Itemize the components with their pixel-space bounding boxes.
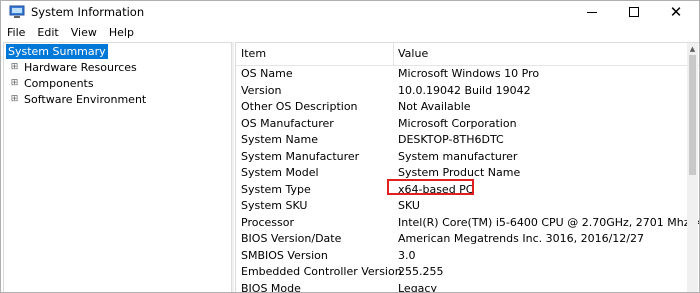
item-cell: Other OS Description — [241, 100, 358, 113]
item-cell: System SKU — [241, 199, 308, 212]
tree-item-system-summary[interactable]: System Summary — [6, 44, 108, 59]
value-cell: System manufacturer — [398, 149, 518, 163]
item-cell: SMBIOS Version — [241, 248, 328, 262]
table-row[interactable]: System Name DESKTOP-8TH6DTC — [236, 132, 699, 149]
expand-icon[interactable]: ⊞ — [10, 63, 19, 72]
scroll-thumb[interactable] — [689, 55, 696, 175]
maximize-button[interactable] — [613, 1, 655, 23]
minimize-icon — [587, 11, 597, 13]
table-row[interactable]: BIOS Version/Date American Megatrends Inc… — [236, 231, 699, 248]
table-row[interactable]: OS Name Microsoft Windows 10 Pro — [236, 66, 699, 83]
minimize-button[interactable] — [571, 1, 613, 23]
table-row[interactable]: Version 10.0.19042 Build 19042 — [236, 83, 699, 100]
tree-item-label: Software Environment — [24, 93, 147, 106]
item-cell: Processor — [241, 215, 294, 229]
value-cell: 3.0 — [398, 248, 416, 262]
tree-item-label: Components — [24, 77, 94, 90]
value-cell: 255.255 — [398, 265, 444, 278]
tree-item-software-environment[interactable]: ⊞ Software Environment — [4, 92, 229, 108]
item-cell: System Model — [241, 166, 319, 179]
system-information-window: System Information ✕ File Edit View Help… — [0, 0, 700, 293]
table-row[interactable]: Embedded Controller Version 255.255 — [236, 264, 699, 281]
menu-edit[interactable]: Edit — [31, 24, 64, 41]
value-cell: American Megatrends Inc. 3016, 2016/12/2… — [398, 232, 645, 245]
value-cell: Legacy — [398, 281, 437, 293]
value-cell: 10.0.19042 Build 19042 — [398, 83, 531, 97]
column-header-item[interactable]: Item — [236, 43, 394, 65]
column-header-value[interactable]: Value — [393, 43, 699, 65]
window-title: System Information — [31, 5, 145, 19]
pane-splitter[interactable] — [232, 42, 234, 292]
menu-file[interactable]: File — [1, 24, 31, 41]
value-cell: SKU — [398, 199, 420, 212]
item-cell: System Name — [241, 133, 318, 146]
close-button[interactable]: ✕ — [655, 1, 697, 23]
value-cell: Not Available — [398, 100, 471, 113]
table-row[interactable]: OS Manufacturer Microsoft Corporation — [236, 116, 699, 133]
table-row[interactable]: Other OS Description Not Available — [236, 99, 699, 116]
close-icon: ✕ — [669, 2, 683, 21]
menu-view[interactable]: View — [65, 24, 103, 41]
system-information-app-icon — [9, 5, 25, 18]
expand-icon[interactable]: ⊞ — [10, 79, 19, 88]
value-cell: Microsoft Windows 10 Pro — [398, 67, 540, 80]
details-list[interactable]: Item Value OS Name Microsoft Windows 10 P… — [235, 42, 699, 293]
scroll-up-arrow-icon[interactable]: ▲ — [688, 44, 697, 54]
table-row[interactable]: System Manufacturer System manufacturer — [236, 149, 699, 166]
menu-help[interactable]: Help — [103, 24, 140, 41]
item-cell: Embedded Controller Version — [241, 265, 402, 278]
tree-item-hardware-resources[interactable]: ⊞ Hardware Resources — [4, 60, 229, 76]
title-bar[interactable]: System Information ✕ — [1, 1, 699, 23]
annotation-highlight-box — [387, 179, 474, 195]
item-cell: BIOS Mode — [241, 281, 301, 293]
item-cell: OS Name — [241, 67, 293, 80]
value-cell: Intel(R) Core(TM) i5-6400 CPU @ 2.70GHz,… — [398, 215, 699, 229]
maximize-icon — [629, 7, 639, 17]
table-row[interactable]: System SKU SKU — [236, 198, 699, 215]
tree-item-label: Hardware Resources — [24, 61, 137, 74]
expand-icon[interactable]: ⊞ — [10, 95, 19, 104]
table-row[interactable]: SMBIOS Version 3.0 — [236, 248, 699, 265]
vertical-scrollbar[interactable]: ▲ — [687, 43, 698, 292]
item-cell: OS Manufacturer — [241, 116, 334, 130]
item-cell: System Manufacturer — [241, 149, 360, 163]
menu-bar: File Edit View Help — [1, 24, 699, 41]
tree-item-components[interactable]: ⊞ Components — [4, 76, 229, 92]
list-header: Item Value — [236, 43, 699, 66]
item-cell: System Type — [241, 182, 311, 196]
value-cell: DESKTOP-8TH6DTC — [398, 133, 504, 146]
category-tree[interactable]: System Summary ⊞ Hardware Resources ⊞ Co… — [3, 42, 232, 292]
value-cell: Microsoft Corporation — [398, 116, 517, 130]
item-cell: Version — [241, 83, 282, 97]
table-row[interactable]: BIOS Mode Legacy — [236, 281, 699, 293]
table-row[interactable]: Processor Intel(R) Core(TM) i5-6400 CPU @… — [236, 215, 699, 232]
item-cell: BIOS Version/Date — [241, 232, 342, 245]
